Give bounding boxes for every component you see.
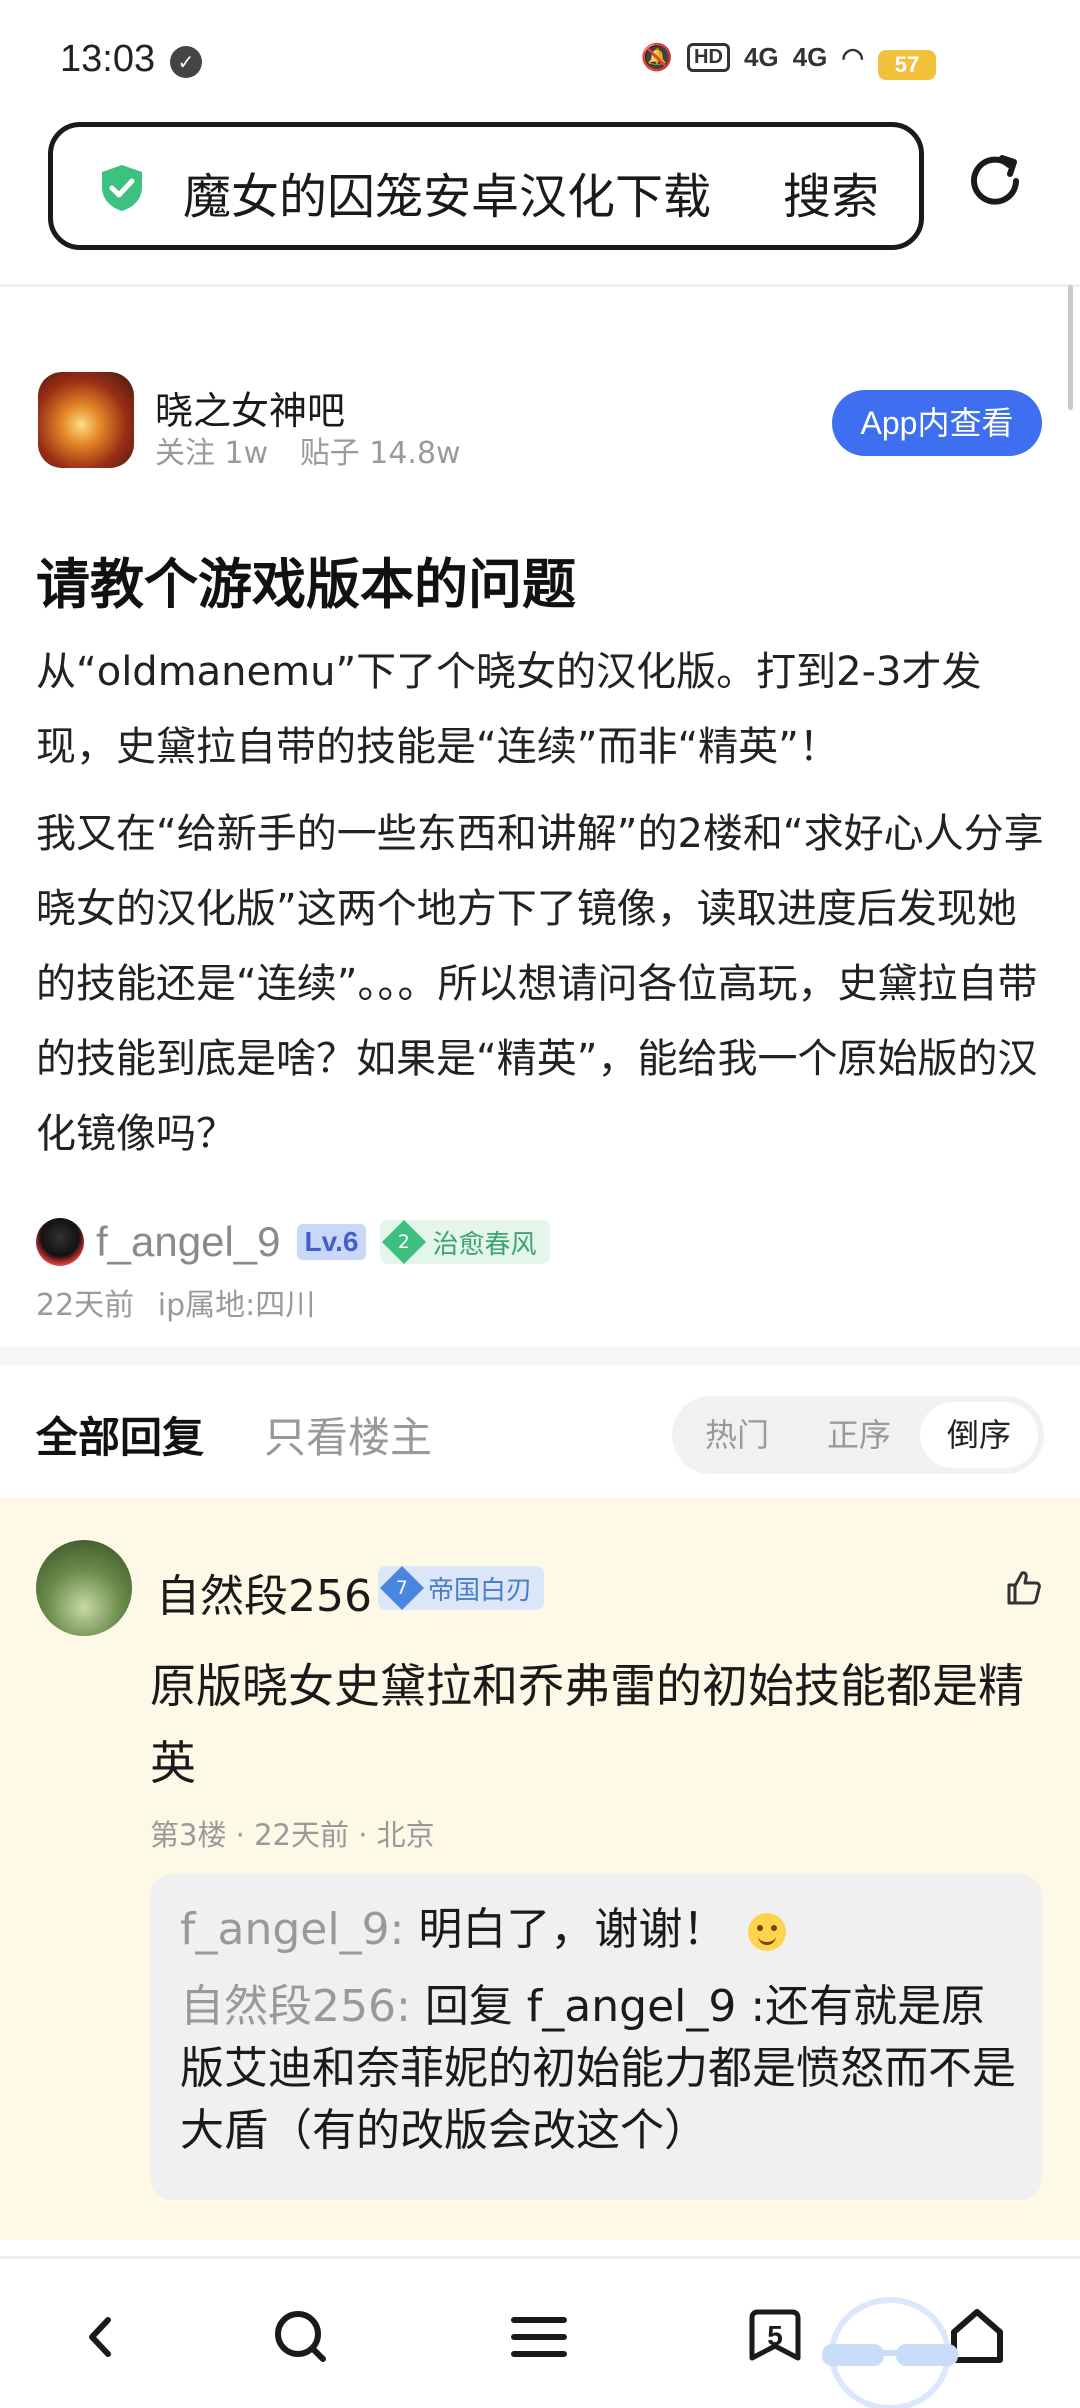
sub-reply-text: 明白了，谢谢！ — [418, 1904, 727, 1955]
check-circle-icon: ✓ — [170, 46, 202, 78]
search-icon[interactable] — [266, 2302, 336, 2372]
battery-icon: 57 — [878, 50, 936, 80]
search-input[interactable]: 魔女的囚笼安卓汉化下载 — [183, 157, 711, 227]
forum-followers: 关注 1w — [155, 436, 269, 471]
level-badge: Lv.6 — [296, 1224, 367, 1260]
honor-badge: 7 帝国白刃 — [378, 1565, 545, 1611]
sub-replies[interactable]: f_angel_9: 明白了，谢谢！ 自然段256: 回复 f_angel_9 … — [150, 1874, 1042, 2200]
reply-content: 原版晓女史黛拉和乔弗雷的初始技能都是精英 — [150, 1659, 1024, 1790]
honor-badge: 2 治愈春风 — [380, 1219, 551, 1265]
sub-reply-user[interactable]: 自然段256: — [180, 1981, 411, 2032]
assistant-mascot-icon[interactable] — [820, 2294, 960, 2408]
search-bar[interactable]: 魔女的囚笼安卓汉化下载 搜索 — [48, 122, 924, 250]
honor-level-icon: 2 — [382, 1219, 427, 1265]
tab-all-replies[interactable]: 全部回复 — [36, 1404, 204, 1465]
forum-avatar[interactable] — [38, 372, 134, 468]
honor-level: 7 — [396, 1577, 408, 1599]
tabs-button[interactable]: 5 — [740, 2302, 810, 2372]
forum-stats: 关注 1w 贴子 14.8w — [155, 428, 483, 472]
avatar[interactable] — [36, 1218, 84, 1266]
thumbs-up-icon[interactable] — [1004, 1568, 1044, 1608]
hd-icon: HD — [687, 43, 730, 72]
sub-reply-user[interactable]: f_angel_9: — [180, 1904, 404, 1955]
refresh-icon[interactable] — [964, 150, 1026, 212]
author-row[interactable]: f_angel_9 Lv.6 2 治愈春风 — [36, 1214, 551, 1270]
honor-level: 2 — [398, 1231, 411, 1253]
divider — [0, 2256, 1080, 2259]
avatar[interactable] — [36, 1540, 132, 1636]
sub-reply[interactable]: f_angel_9: 明白了，谢谢！ — [180, 1900, 787, 1960]
author-name[interactable]: f_angel_9 — [96, 1218, 281, 1266]
divider — [0, 284, 1080, 287]
search-button[interactable]: 搜索 — [783, 157, 879, 227]
wifi-icon: ◠ — [841, 42, 864, 72]
section-divider — [0, 1346, 1080, 1366]
sort-hot-button[interactable]: 热门 — [678, 1402, 796, 1468]
sub-reply[interactable]: 自然段256: 回复 f_angel_9 :还有就是原版艾迪和奈菲妮的初始能力都… — [180, 1976, 1020, 2162]
honor-level-icon: 7 — [379, 1565, 425, 1611]
post-title: 请教个游戏版本的问题 — [36, 553, 576, 616]
signal-4g-icon: 4G — [792, 42, 828, 72]
tab-only-op[interactable]: 只看楼主 — [264, 1404, 432, 1465]
honor-title: 治愈春风 — [432, 1229, 537, 1260]
status-time: 13:03 — [60, 38, 156, 80]
shield-icon — [102, 165, 142, 211]
sort-desc-button[interactable]: 倒序 — [920, 1402, 1038, 1468]
honor-title: 帝国白刃 — [428, 1575, 533, 1606]
sort-toggle: 热门 正序 倒序 — [672, 1396, 1044, 1474]
post-meta: 22天前 ip属地:四川 — [36, 1280, 329, 1324]
post-time: 22天前 — [36, 1288, 135, 1323]
reply-meta: 第3楼 · 22天前 · 北京 — [150, 1818, 435, 1852]
back-icon[interactable] — [66, 2302, 136, 2372]
menu-icon[interactable] — [504, 2302, 574, 2372]
smile-emoji-icon — [748, 1913, 787, 1951]
scrollbar[interactable] — [1068, 285, 1073, 410]
post-ip: ip属地:四川 — [157, 1288, 316, 1323]
forum-name[interactable]: 晓之女神吧 — [155, 380, 345, 435]
forum-posts: 贴子 14.8w — [299, 436, 461, 471]
tab-count: 5 — [767, 2320, 783, 2351]
app-view-button[interactable]: App内查看 — [832, 390, 1042, 456]
mute-bell-icon: 🔕 — [640, 42, 674, 72]
signal-4g-icon: 4G — [743, 42, 779, 72]
post-paragraph: 我又在“给新手的一些东西和讲解”的2楼和“求好心人分享晓女的汉化版”这两个地方下… — [36, 811, 1044, 1157]
sort-asc-button[interactable]: 正序 — [800, 1402, 918, 1468]
reply-author-name[interactable]: 自然段256 — [156, 1560, 372, 1624]
post-paragraph: 从“oldmanemu”下了个晓女的汉化版。打到2-3才发现，史黛拉自带的技能是… — [36, 649, 982, 770]
status-bar: 13:03 ✓ 🔕 HD 4G 4G ◠ 57 — [0, 0, 1080, 120]
